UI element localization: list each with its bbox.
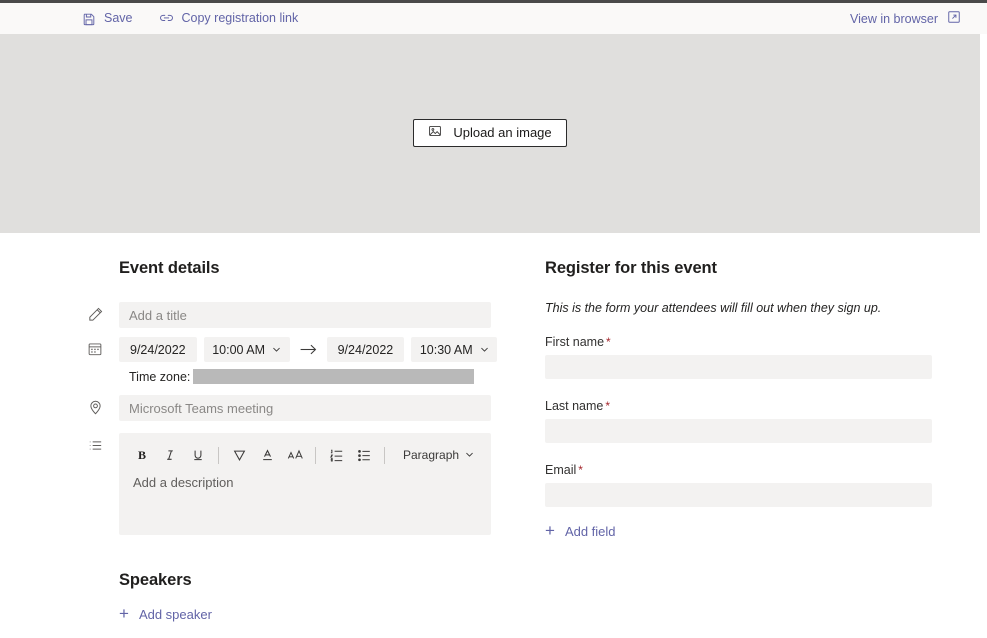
required-asterisk: * — [606, 335, 611, 349]
speakers-heading: Speakers — [119, 571, 192, 589]
chevron-down-icon — [272, 343, 281, 357]
start-time-value: 10:00 AM — [212, 342, 266, 357]
event-location-input[interactable] — [119, 395, 491, 421]
font-color-icon[interactable] — [254, 442, 280, 468]
toolbar-separator — [218, 446, 219, 464]
schedule-arrow-icon — [297, 343, 320, 356]
plus-icon: + — [545, 521, 555, 540]
chevron-down-icon — [480, 343, 489, 357]
add-field-button[interactable]: + Add field — [545, 521, 932, 540]
last-name-label: Last name * — [545, 399, 932, 413]
timezone-label: Time zone: — [129, 369, 191, 384]
location-pin-icon — [87, 399, 104, 416]
save-label: Save — [104, 11, 133, 26]
last-name-label-text: Last name — [545, 399, 604, 413]
add-field-label: Add field — [564, 524, 616, 539]
main-content: Event details Add a title 9/24/2022 10:0… — [0, 233, 987, 638]
highlight-icon[interactable] — [226, 442, 252, 468]
link-icon — [159, 11, 174, 26]
event-schedule-row: 9/24/2022 10:00 AM 9/24/2022 10:30 AM — [88, 337, 498, 362]
event-details-column: Event details Add a title 9/24/2022 10:0… — [88, 259, 498, 623]
add-speaker-label: Add speaker — [138, 607, 212, 622]
registration-hint: This is the form your attendees will fil… — [545, 301, 882, 315]
save-floppy-icon — [82, 12, 96, 26]
paragraph-style-label: Paragraph — [403, 448, 460, 462]
command-bar-left-group: Save Copy registration link — [80, 8, 300, 29]
underline-icon[interactable] — [185, 442, 211, 468]
end-date-value: 9/24/2022 — [337, 342, 394, 357]
pencil-icon — [87, 306, 104, 323]
command-bar: Save Copy registration link View in brow… — [0, 3, 987, 34]
event-banner-image-area[interactable]: Upload an image — [0, 34, 980, 233]
first-name-label: First name * — [545, 335, 932, 349]
start-time-field[interactable]: 10:00 AM — [203, 337, 290, 362]
copy-registration-link-button[interactable]: Copy registration link — [157, 8, 301, 29]
email-label-text: Email — [545, 463, 577, 477]
copy-registration-link-label: Copy registration link — [181, 11, 299, 26]
event-description-row: B Paragraph Add a description — [89, 433, 491, 535]
italic-icon[interactable] — [157, 442, 183, 468]
bulleted-list-icon[interactable] — [351, 442, 377, 468]
toolbar-separator — [315, 446, 316, 464]
save-button[interactable]: Save — [80, 9, 135, 29]
description-editor[interactable]: B Paragraph Add a description — [119, 433, 491, 535]
view-in-browser-button[interactable]: View in browser — [850, 10, 961, 27]
end-time-field[interactable]: 10:30 AM — [411, 337, 498, 362]
required-asterisk: * — [578, 463, 583, 477]
plus-icon: + — [119, 604, 129, 623]
email-input[interactable] — [545, 483, 932, 507]
description-placeholder[interactable]: Add a description — [129, 475, 481, 490]
description-editor-toolbar: B Paragraph — [129, 441, 481, 469]
first-name-input[interactable] — [545, 355, 932, 379]
svg-text:B: B — [138, 448, 146, 462]
view-in-browser-label: View in browser — [849, 11, 938, 26]
registration-heading: Register for this event — [545, 259, 717, 277]
first-name-label-text: First name — [545, 335, 605, 349]
registration-column: Register for this event This is the form… — [545, 259, 932, 540]
event-title-row — [89, 302, 491, 328]
bold-icon[interactable]: B — [129, 442, 155, 468]
calendar-icon — [87, 341, 104, 358]
required-asterisk: * — [605, 399, 611, 413]
event-details-heading: Event details — [119, 259, 220, 277]
event-title-input[interactable] — [119, 302, 491, 328]
paragraph-style-dropdown[interactable]: Paragraph — [398, 444, 479, 466]
numbered-list-icon[interactable] — [323, 442, 349, 468]
upload-an-image-button[interactable]: Upload an image — [413, 118, 567, 147]
upload-an-image-label: Upload an image — [453, 125, 552, 140]
timezone-row[interactable]: Time zone: — [129, 369, 491, 384]
font-size-icon[interactable] — [282, 442, 308, 468]
end-date-field[interactable]: 9/24/2022 — [326, 337, 405, 362]
chevron-down-icon — [465, 448, 474, 462]
event-location-row — [90, 395, 491, 421]
start-date-field[interactable]: 9/24/2022 — [119, 337, 197, 362]
last-name-input[interactable] — [545, 419, 932, 443]
start-date-value: 9/24/2022 — [130, 342, 186, 357]
email-label: Email * — [545, 463, 932, 477]
add-speaker-button[interactable]: + Add speaker — [119, 604, 491, 623]
timezone-value-redacted — [193, 369, 475, 384]
end-time-value: 10:30 AM — [419, 342, 473, 357]
open-in-new-window-icon — [947, 10, 961, 27]
image-icon — [428, 124, 442, 141]
toolbar-separator — [384, 446, 385, 464]
list-icon — [87, 437, 104, 454]
